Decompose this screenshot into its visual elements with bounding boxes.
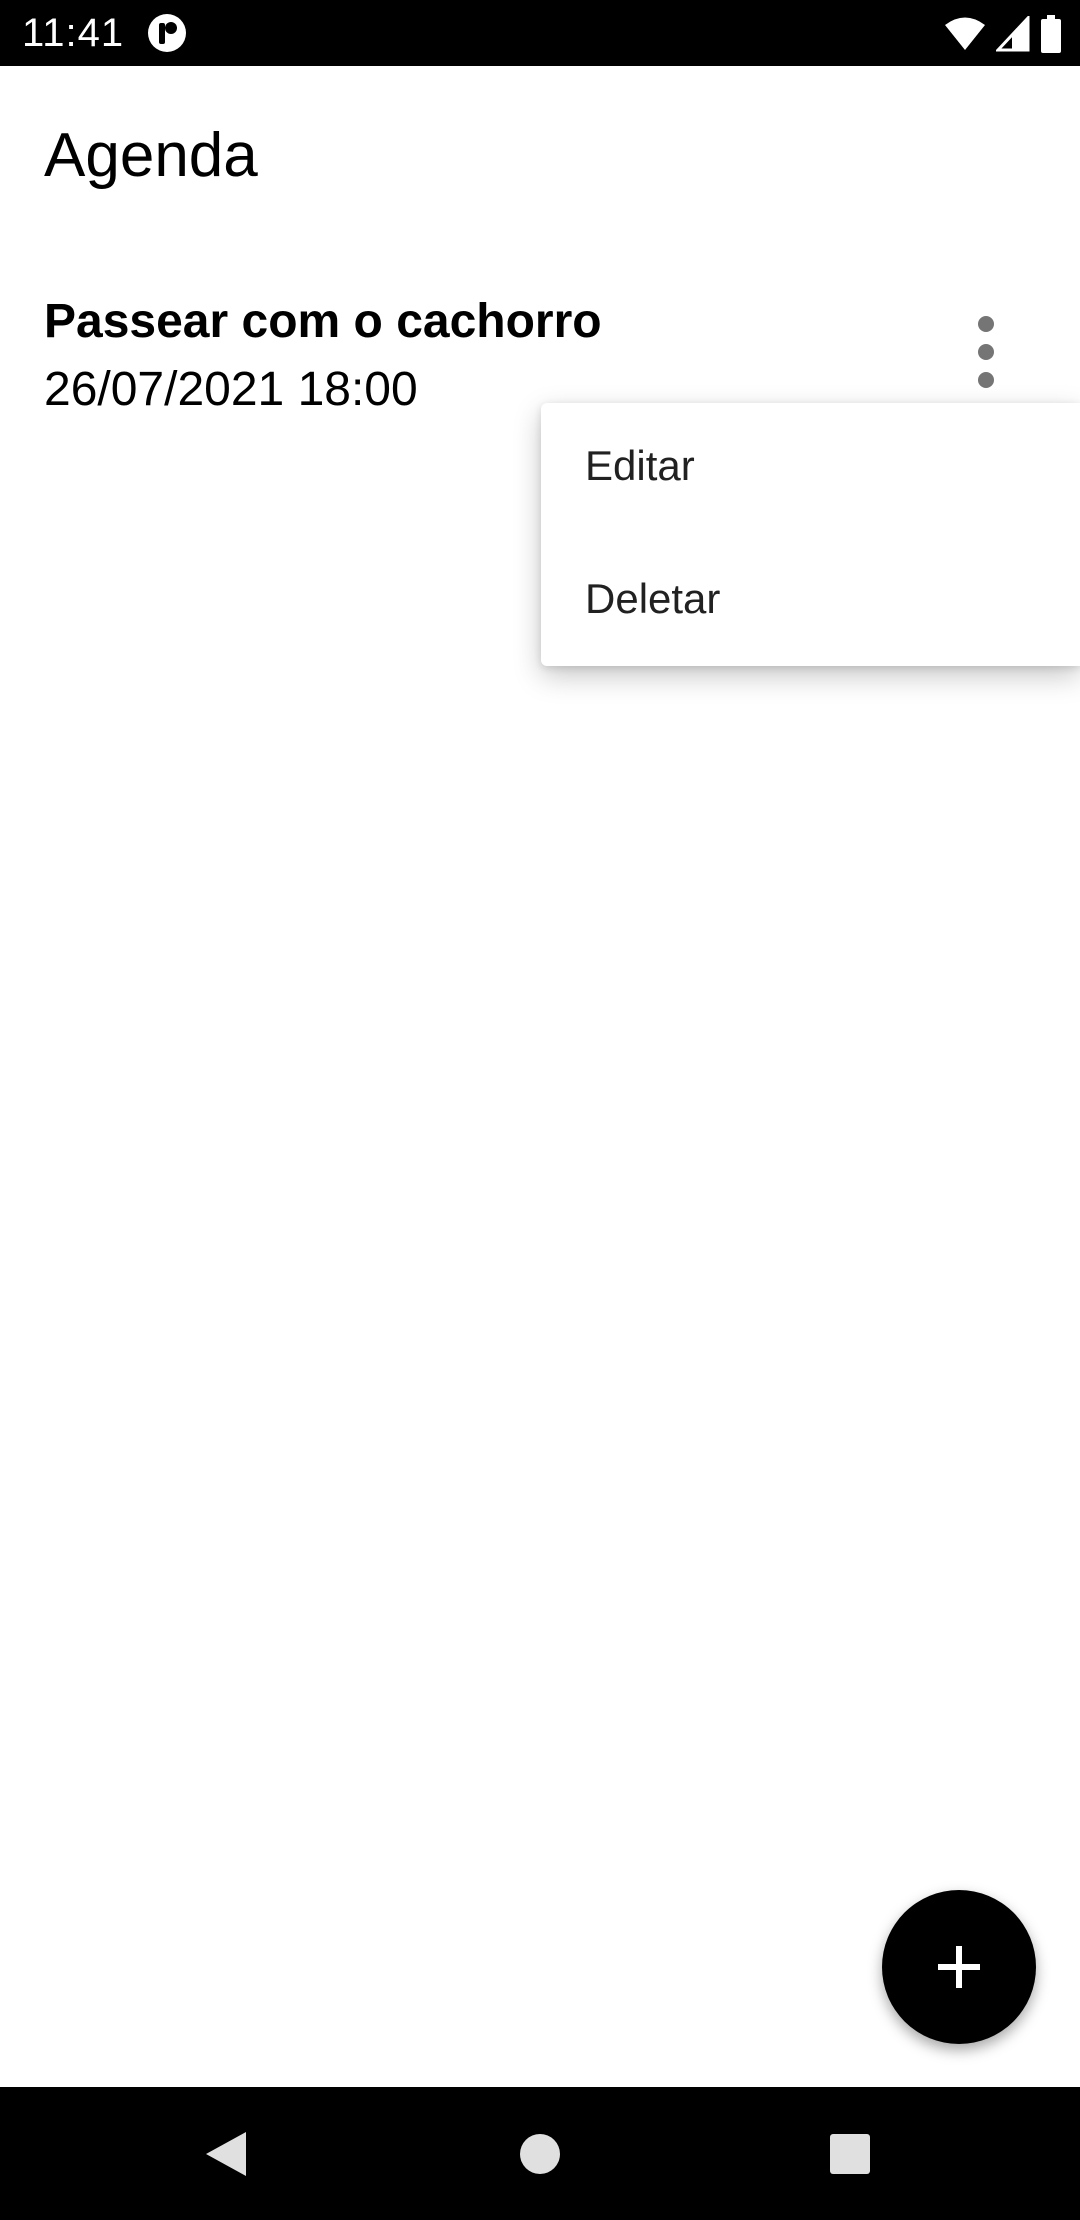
menu-item-label: Editar <box>585 442 695 489</box>
item-datetime: 26/07/2021 18:00 <box>44 363 418 416</box>
home-icon[interactable] <box>497 2111 583 2197</box>
app-notification-icon <box>148 14 186 52</box>
status-right-icons <box>944 14 1062 54</box>
back-icon[interactable] <box>184 2111 270 2197</box>
more-vert-icon[interactable] <box>950 302 1022 406</box>
wifi-icon <box>945 17 985 50</box>
navigation-bar <box>0 2087 1080 2220</box>
popup-menu: Editar Deletar <box>541 403 1080 666</box>
status-time: 11:41 <box>22 11 125 55</box>
add-button[interactable] <box>882 1890 1036 2044</box>
status-bar: 11:41 <box>0 0 1080 66</box>
plus-icon <box>938 1946 980 1988</box>
agenda-screen: 11:41 Agenda Passear com o cachorro 26/0… <box>0 0 1080 2220</box>
recents-icon[interactable] <box>807 2111 893 2197</box>
menu-item-edit[interactable]: Editar <box>541 403 1080 533</box>
battery-icon <box>1041 15 1061 53</box>
cell-signal-icon <box>996 16 1030 52</box>
menu-item-delete[interactable]: Deletar <box>541 536 1080 666</box>
page-title: Agenda <box>44 121 258 190</box>
menu-item-label: Deletar <box>585 575 721 622</box>
item-title: Passear com o cachorro <box>44 295 602 348</box>
